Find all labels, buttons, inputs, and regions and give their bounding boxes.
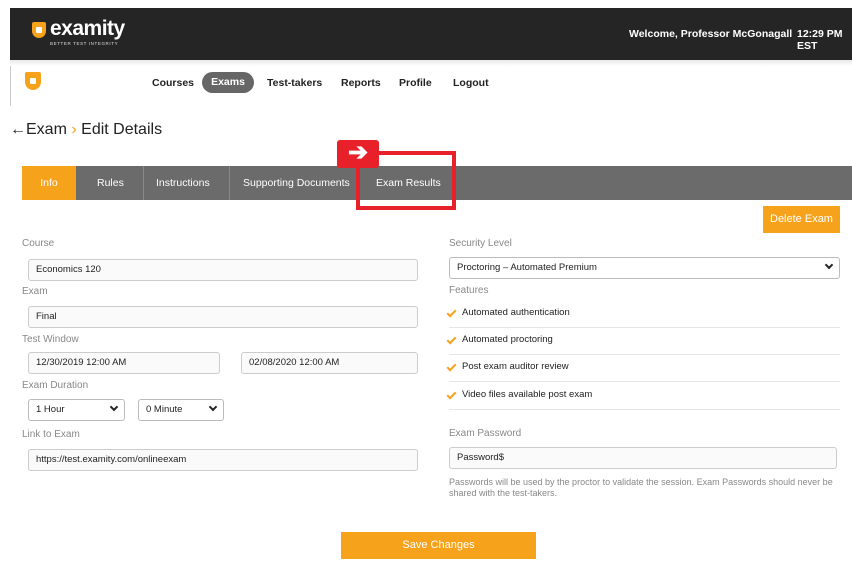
feature-text: Post exam auditor review xyxy=(462,361,569,372)
welcome-message: Welcome, Professor McGonagall xyxy=(629,28,793,40)
checkmark-icon xyxy=(446,334,457,345)
checkmark-icon xyxy=(446,307,457,318)
nav-test-takers[interactable]: Test-takers xyxy=(267,77,322,89)
chevron-down-icon xyxy=(824,260,834,270)
exam-password-field[interactable]: Password$ xyxy=(449,447,837,469)
exam-field[interactable]: Final xyxy=(28,306,418,328)
password-note: Passwords will be used by the proctor to… xyxy=(449,477,833,498)
security-level-select[interactable]: Proctoring – Automated Premium xyxy=(449,257,840,279)
window-end-field[interactable]: 02/08/2020 12:00 AM xyxy=(241,352,418,374)
feature-item: Video files available post exam xyxy=(446,383,840,410)
duration-minutes-select[interactable]: 0 Minute xyxy=(138,399,224,421)
page-title: Edit Details xyxy=(81,121,163,138)
current-time: 12:29 PM EST xyxy=(797,28,843,52)
feature-item: Post exam auditor review xyxy=(446,355,840,382)
exam-label: Exam xyxy=(22,286,48,297)
shield-lock-icon xyxy=(25,72,41,90)
tab-info[interactable]: Info xyxy=(22,166,76,200)
window-start-field[interactable]: 12/30/2019 12:00 AM xyxy=(28,352,220,374)
checkmark-icon xyxy=(446,389,457,400)
link-to-exam-label: Link to Exam xyxy=(22,429,80,440)
right-arrow-icon: ➔ xyxy=(337,140,379,168)
tab-rules[interactable]: Rules xyxy=(97,166,124,200)
nav-profile[interactable]: Profile xyxy=(399,77,432,89)
tab-divider xyxy=(143,166,144,200)
nav-reports[interactable]: Reports xyxy=(341,77,381,89)
examity-logo[interactable]: examity BETTER TEST INTEGRITY xyxy=(32,18,125,46)
security-level-label: Security Level xyxy=(449,238,512,249)
logo-text: examity BETTER TEST INTEGRITY xyxy=(50,17,125,47)
duration-hours-value: 1 Hour xyxy=(36,404,65,415)
duration-hours-select[interactable]: 1 Hour xyxy=(28,399,125,421)
chevron-down-icon xyxy=(208,402,218,412)
feature-item: Automated authentication xyxy=(446,301,840,328)
feature-text: Video files available post exam xyxy=(462,389,593,400)
tab-divider xyxy=(229,166,230,200)
breadcrumb-separator: › xyxy=(71,121,77,138)
feature-text: Automated proctoring xyxy=(462,334,553,345)
save-changes-button[interactable]: Save Changes xyxy=(341,532,536,559)
tab-supporting-documents[interactable]: Supporting Documents xyxy=(243,166,350,200)
nav-courses[interactable]: Courses xyxy=(152,77,194,89)
course-field[interactable]: Economics 120 xyxy=(28,259,418,281)
feature-item: Automated proctoring xyxy=(446,328,840,355)
features-label: Features xyxy=(449,285,489,296)
link-to-exam-field[interactable]: https://test.examity.com/onlineexam xyxy=(28,449,418,471)
nav-logout[interactable]: Logout xyxy=(453,77,489,89)
test-window-label: Test Window xyxy=(22,334,79,345)
exam-duration-label: Exam Duration xyxy=(22,380,89,391)
delete-exam-button[interactable]: Delete Exam xyxy=(763,206,840,233)
breadcrumb-exam[interactable]: Exam xyxy=(26,121,67,138)
duration-minutes-value: 0 Minute xyxy=(146,404,183,415)
top-header: examity BETTER TEST INTEGRITY Welcome, P… xyxy=(10,8,852,60)
checkmark-icon xyxy=(446,361,457,372)
left-arrow-icon[interactable]: ← xyxy=(10,121,26,138)
security-level-value: Proctoring – Automated Premium xyxy=(457,262,597,273)
logo-tagline: BETTER TEST INTEGRITY xyxy=(50,41,119,46)
tab-instructions[interactable]: Instructions xyxy=(156,166,210,200)
main-nav: Courses Exams Test-takers Reports Profil… xyxy=(10,60,852,106)
chevron-down-icon xyxy=(109,402,119,412)
nav-exams[interactable]: Exams xyxy=(202,72,254,93)
breadcrumb: ←Exam › Edit Details xyxy=(10,121,162,139)
feature-text: Automated authentication xyxy=(462,307,570,318)
shield-lock-icon xyxy=(32,22,46,38)
course-label: Course xyxy=(22,238,55,249)
logo-word: examity xyxy=(50,17,125,40)
exam-password-label: Exam Password xyxy=(449,428,522,439)
